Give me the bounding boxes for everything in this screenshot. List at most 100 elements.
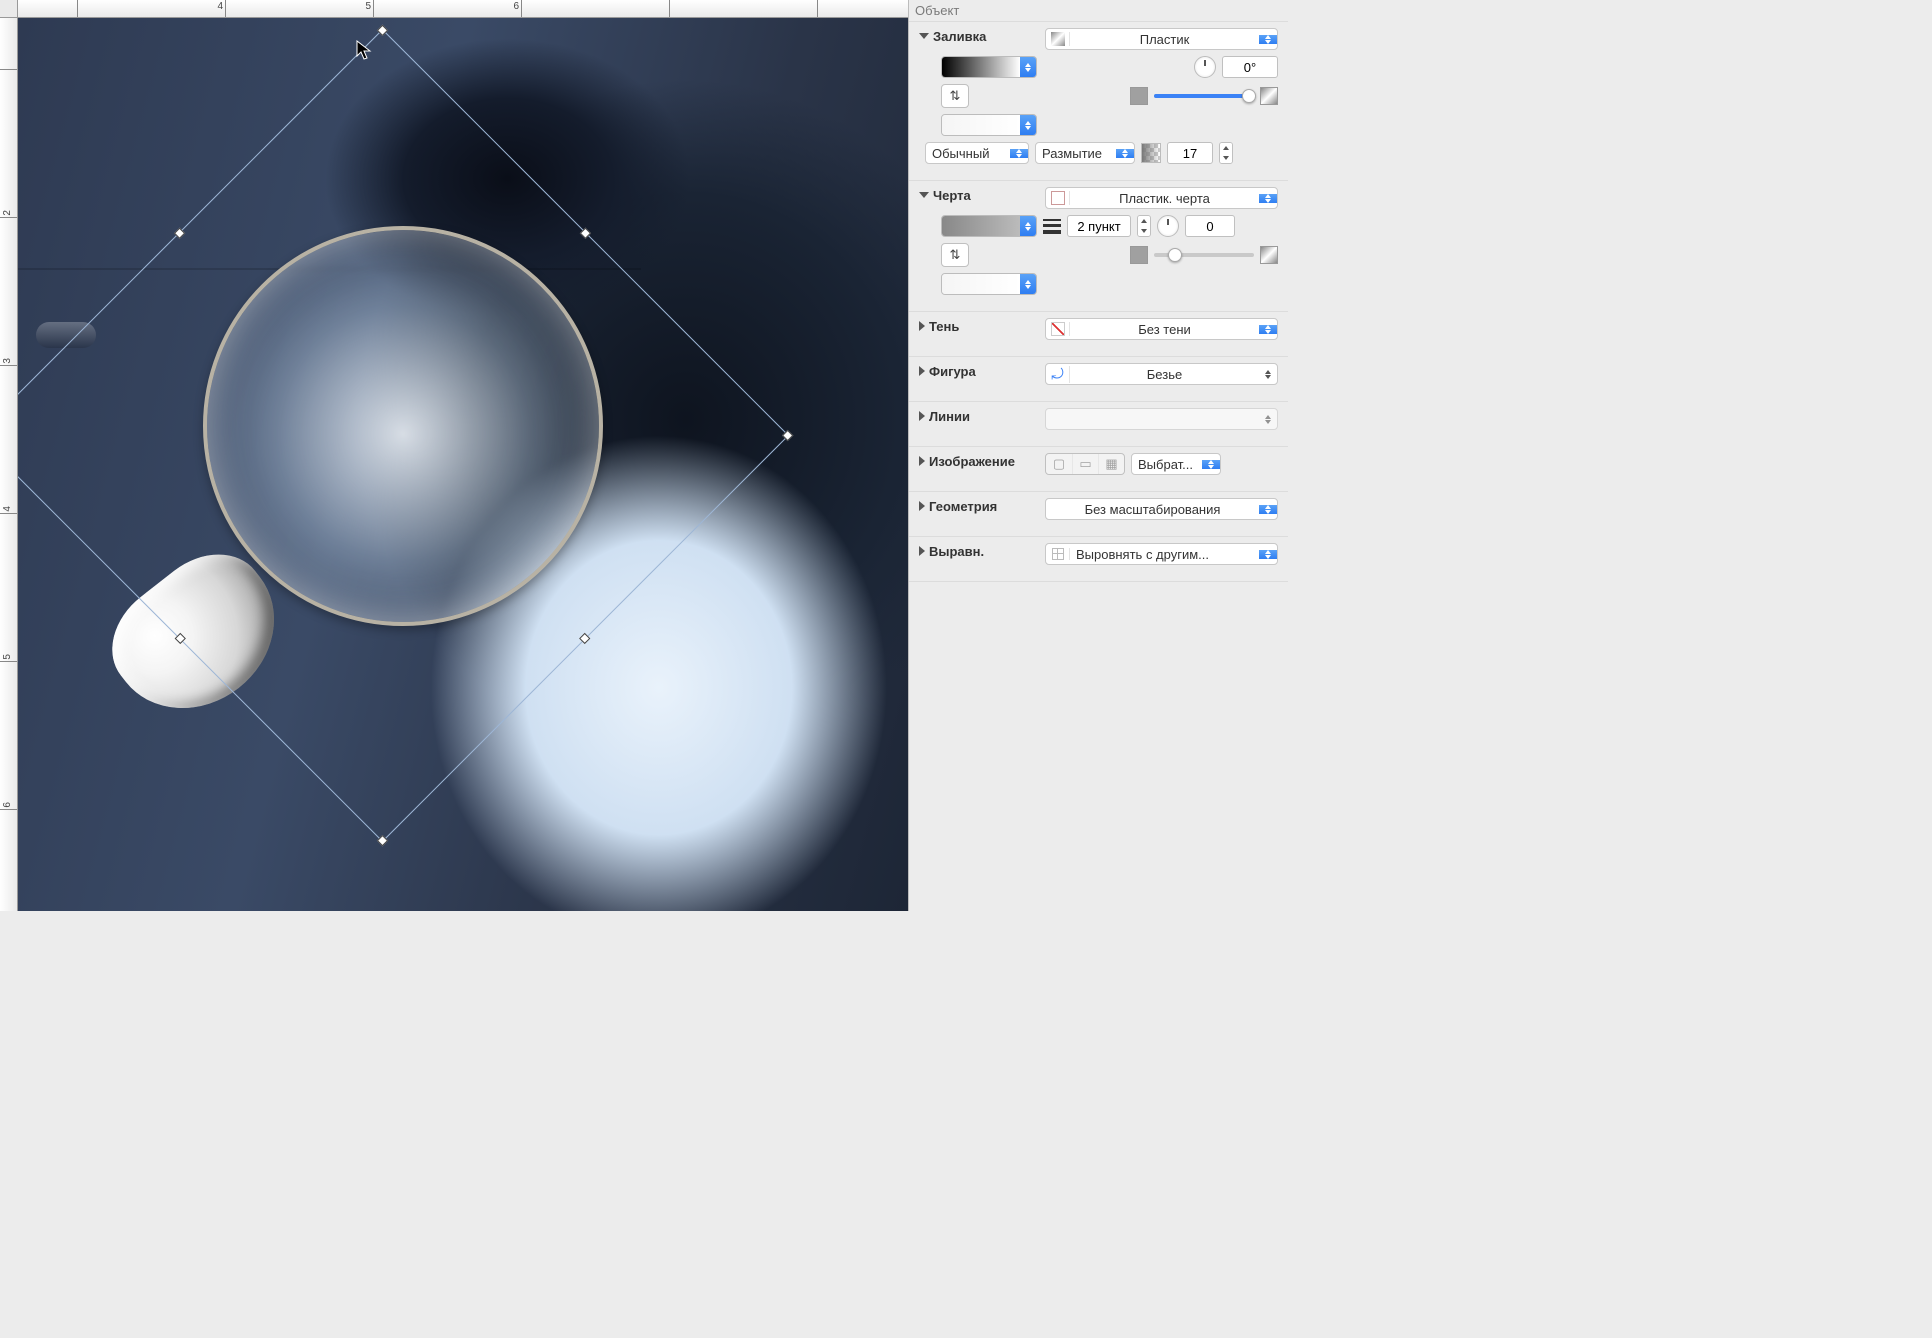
stroke-gradient-end[interactable] xyxy=(1260,246,1278,264)
ruler-h-mark: 6 xyxy=(513,1,519,12)
disclosure-triangle-icon[interactable] xyxy=(919,546,925,556)
blur-value-stepper[interactable] xyxy=(1219,142,1233,164)
ruler-v-mark: 2 xyxy=(2,210,13,216)
dropdown-arrows-icon xyxy=(1259,505,1277,514)
ruler-v-mark: 5 xyxy=(2,654,13,660)
inspector-panel: Объект Заливка Пластик xyxy=(908,0,1288,911)
gradient-end-stop[interactable] xyxy=(1260,87,1278,105)
stroke-swatch-2[interactable] xyxy=(941,273,1037,295)
disclosure-triangle-icon[interactable] xyxy=(919,321,925,331)
section-shadow: Тень Без тени xyxy=(909,312,1288,357)
blend-mode-label: Обычный xyxy=(926,146,1010,161)
swap-colors-button[interactable]: ⇅ xyxy=(941,84,969,108)
gradient-position-slider[interactable] xyxy=(1154,94,1255,98)
stroke-type-select[interactable]: Пластик. черта xyxy=(1045,187,1278,209)
section-image: Изображение ▢ ▭ ▦ Выбрат... xyxy=(909,447,1288,492)
align-select[interactable]: Выровнять с другим... xyxy=(1045,543,1278,565)
section-title: Геометрия xyxy=(929,499,997,514)
fill-type-select[interactable]: Пластик xyxy=(1045,28,1278,50)
fill-gradient-swatch-2[interactable] xyxy=(941,114,1037,136)
fill-angle-input[interactable] xyxy=(1229,60,1271,75)
fill-angle-dial[interactable] xyxy=(1194,56,1216,78)
gradient-start-stop[interactable] xyxy=(1130,87,1148,105)
section-shape: Фигура ⤾ Безье xyxy=(909,357,1288,402)
shadow-label: Без тени xyxy=(1070,322,1259,337)
ruler-v-mark: 3 xyxy=(2,358,13,364)
disclosure-triangle-icon[interactable] xyxy=(919,411,925,421)
shadow-select[interactable]: Без тени xyxy=(1045,318,1278,340)
blur-value-input[interactable] xyxy=(1174,146,1206,161)
stroke-swatch[interactable] xyxy=(941,215,1037,237)
bezier-icon: ⤾ xyxy=(1051,366,1064,383)
ruler-h-mark: 5 xyxy=(365,1,371,12)
stroke-width-field[interactable] xyxy=(1067,215,1131,237)
dropdown-arrows-icon xyxy=(1259,194,1277,203)
blur-select[interactable]: Размытие xyxy=(1035,142,1135,164)
stroke-width-input[interactable] xyxy=(1074,219,1124,234)
section-fill: Заливка Пластик xyxy=(909,22,1288,181)
ruler-corner xyxy=(0,0,18,18)
fill-gradient-swatch-1[interactable] xyxy=(941,56,1037,78)
section-title: Черта xyxy=(933,188,971,203)
stroke-angle-input[interactable] xyxy=(1192,219,1228,234)
disclosure-triangle-icon[interactable] xyxy=(919,501,925,511)
image-choose-select[interactable]: Выбрат... xyxy=(1131,453,1221,475)
dropdown-arrows-icon xyxy=(1259,415,1277,424)
image-fit-segmented[interactable]: ▢ ▭ ▦ xyxy=(1045,453,1125,475)
fill-plastic-icon xyxy=(1051,32,1065,46)
section-lines: Линии xyxy=(909,402,1288,447)
fit-stretch-icon: ▭ xyxy=(1079,456,1091,472)
dropdown-arrows-icon xyxy=(1020,115,1036,135)
stroke-plastic-icon xyxy=(1051,191,1065,205)
disclosure-triangle-icon[interactable] xyxy=(919,192,929,198)
disclosure-triangle-icon[interactable] xyxy=(919,366,925,376)
fill-angle-field[interactable] xyxy=(1222,56,1278,78)
swap-stroke-colors-button[interactable]: ⇅ xyxy=(941,243,969,267)
no-shadow-icon xyxy=(1051,322,1065,336)
section-title: Изображение xyxy=(929,454,1015,469)
fit-natural-icon: ▢ xyxy=(1053,456,1065,472)
dropdown-arrows-icon xyxy=(1020,216,1036,236)
canvas-area[interactable]: 4 5 6 2 3 4 5 6 xyxy=(0,0,908,911)
dropdown-arrows-icon xyxy=(1259,550,1277,559)
geometry-select[interactable]: Без масштабирования xyxy=(1045,498,1278,520)
align-grid-icon xyxy=(1052,548,1064,560)
ruler-v-mark: 4 xyxy=(2,506,13,512)
section-stroke: Черта Пластик. черта xyxy=(909,181,1288,312)
stroke-gradient-slider[interactable] xyxy=(1154,253,1255,257)
blend-mode-select[interactable]: Обычный xyxy=(925,142,1029,164)
disclosure-triangle-icon[interactable] xyxy=(919,33,929,39)
geometry-label: Без масштабирования xyxy=(1046,502,1259,517)
stroke-type-label: Пластик. черта xyxy=(1070,191,1259,206)
ruler-h-mark: 4 xyxy=(217,1,223,12)
section-title: Заливка xyxy=(933,29,986,44)
stroke-gradient-start[interactable] xyxy=(1130,246,1148,264)
canvas[interactable] xyxy=(18,18,908,911)
lines-select[interactable] xyxy=(1045,408,1278,430)
dropdown-arrows-icon xyxy=(1259,325,1277,334)
dropdown-arrows-icon xyxy=(1010,149,1028,158)
stroke-angle-field[interactable] xyxy=(1185,215,1235,237)
fit-tile-icon: ▦ xyxy=(1105,456,1117,472)
stroke-width-stepper[interactable] xyxy=(1137,215,1151,237)
section-title: Тень xyxy=(929,319,959,334)
disclosure-triangle-icon[interactable] xyxy=(919,456,925,466)
blur-label: Размытие xyxy=(1036,146,1116,161)
ruler-horizontal[interactable]: 4 5 6 xyxy=(18,0,908,18)
section-title: Выравн. xyxy=(929,544,984,559)
section-geometry: Геометрия Без масштабирования xyxy=(909,492,1288,537)
dropdown-arrows-icon xyxy=(1202,460,1220,469)
stroke-style-icon[interactable] xyxy=(1043,219,1061,234)
shape-select[interactable]: ⤾ Безье xyxy=(1045,363,1278,385)
blur-value-field[interactable] xyxy=(1167,142,1213,164)
fill-type-label: Пластик xyxy=(1070,32,1259,47)
section-title: Фигура xyxy=(929,364,976,379)
section-title: Линии xyxy=(929,409,970,424)
dropdown-arrows-icon xyxy=(1116,149,1134,158)
dropdown-arrows-icon xyxy=(1020,274,1036,294)
stroke-angle-dial[interactable] xyxy=(1157,215,1179,237)
swap-arrows-icon: ⇅ xyxy=(950,88,961,104)
shape-label: Безье xyxy=(1070,367,1259,382)
align-label: Выровнять с другим... xyxy=(1070,547,1259,562)
ruler-vertical[interactable]: 2 3 4 5 6 xyxy=(0,18,18,911)
